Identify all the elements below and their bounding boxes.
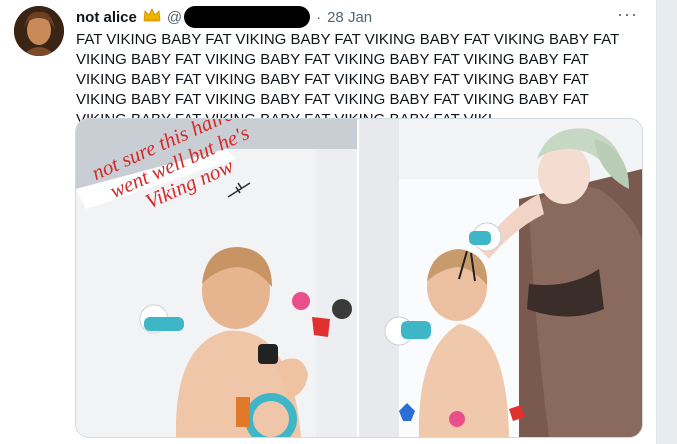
haircut-scene-illustration xyxy=(359,119,642,437)
tweet-date[interactable]: 28 Jan xyxy=(327,9,372,26)
handle-prefix: @ xyxy=(166,8,183,26)
tweet-text: FAT VIKING BABY FAT VIKING BABY FAT VIKI… xyxy=(76,31,619,128)
separator-dot: · xyxy=(316,8,322,26)
display-name[interactable]: not alice xyxy=(76,9,137,26)
tweet-media[interactable]: not sure this haircut went well but he's… xyxy=(75,118,643,438)
tweet-card[interactable]: not alice @ · 28 Jan ··· FAT VIKING BABY… xyxy=(0,0,657,444)
photo-baby-bath-right[interactable] xyxy=(359,119,642,437)
crown-icon xyxy=(143,8,161,26)
photo-baby-bath-left[interactable]: not sure this haircut went well but he's… xyxy=(76,119,357,437)
tweet-header: not alice @ · 28 Jan xyxy=(76,6,372,28)
avatar-image xyxy=(14,6,64,56)
redacted-handle xyxy=(184,6,311,28)
avatar[interactable] xyxy=(14,6,64,56)
more-options-icon[interactable]: ··· xyxy=(617,4,638,25)
airplane-doodle-icon xyxy=(226,179,252,206)
